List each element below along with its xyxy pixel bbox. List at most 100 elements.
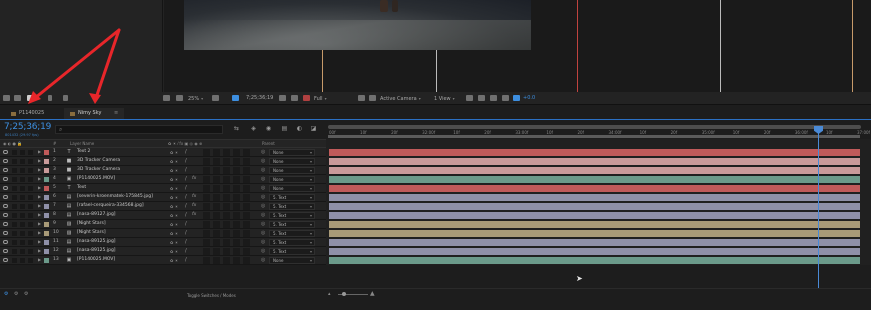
audio-toggle[interactable] [12, 159, 17, 164]
switch-cell[interactable] [203, 203, 210, 210]
twirl-down-icon[interactable]: ▶ [38, 221, 41, 226]
shy-switch-icon[interactable]: ✿ ☀ [170, 159, 178, 164]
timeline-icon[interactable] [490, 95, 497, 101]
quality-switch-icon[interactable]: / [185, 194, 187, 200]
shy-switch-icon[interactable]: ✿ ☀ [170, 195, 178, 200]
shy-switch-icon[interactable]: ✿ ☀ [170, 240, 178, 245]
layer-duration-bar[interactable] [329, 248, 860, 255]
switch-cell[interactable] [213, 149, 220, 156]
audio-toggle[interactable] [12, 222, 17, 227]
eye-icon[interactable] [3, 249, 8, 253]
switch-cell[interactable] [203, 185, 210, 192]
trash-icon[interactable] [63, 95, 68, 101]
solo-toggle[interactable] [20, 168, 25, 173]
layer-name[interactable]: 3D Tracker Camera [77, 158, 120, 163]
switch-cell[interactable] [203, 194, 210, 201]
pickwhip-icon[interactable]: ◎ [261, 203, 265, 209]
always-preview-icon[interactable] [163, 95, 170, 101]
switch-cell[interactable] [223, 203, 230, 210]
pickwhip-icon[interactable]: ◎ [261, 158, 265, 164]
pickwhip-icon[interactable]: ◎ [261, 167, 265, 173]
layer-row[interactable]: ▶ 12 ▤ [nasa-89125.jpg] ✿ ☀ / ◎ 5. Text ▾ [0, 247, 326, 256]
current-timecode[interactable]: 7;25;36;19 [4, 122, 51, 132]
lock-toggle[interactable] [28, 213, 33, 218]
shy-switch-icon[interactable]: ✿ ☀ [170, 168, 178, 173]
exposure-reset-icon[interactable] [513, 95, 520, 101]
audio-toggle[interactable] [12, 150, 17, 155]
twirl-down-icon[interactable]: ▶ [38, 203, 41, 208]
switch-cell[interactable] [213, 257, 220, 264]
switch-cell[interactable] [243, 248, 250, 255]
layer-name[interactable]: [Night Stars] [77, 230, 106, 235]
switch-cell[interactable] [223, 158, 230, 165]
parent-dropdown[interactable]: 5. Text ▾ [269, 212, 315, 219]
col-parent[interactable]: Parent [262, 141, 275, 146]
audio-toggle[interactable] [12, 249, 17, 254]
solo-toggle[interactable] [20, 258, 25, 263]
switch-cell[interactable] [243, 149, 250, 156]
lock-toggle[interactable] [28, 186, 33, 191]
timeline-tracks[interactable] [326, 139, 871, 265]
solo-toggle[interactable] [20, 249, 25, 254]
switch-cell[interactable] [243, 176, 250, 183]
layer-duration-bar[interactable] [329, 158, 860, 165]
lock-toggle[interactable] [28, 240, 33, 245]
solo-toggle[interactable] [20, 177, 25, 182]
work-area-bar[interactable] [328, 135, 860, 138]
label-color-swatch[interactable] [44, 222, 49, 227]
eye-icon[interactable] [3, 150, 8, 154]
switch-cell[interactable] [203, 167, 210, 174]
layer-row[interactable]: ▶ 3 ■ 3D Tracker Camera ✿ ☀ / ◎ None ▾ [0, 166, 326, 175]
motion-blur-icon[interactable]: ◐ [296, 125, 303, 132]
lock-toggle[interactable] [28, 249, 33, 254]
transparency-grid-icon[interactable] [369, 95, 376, 101]
switch-cell[interactable] [223, 221, 230, 228]
switch-cell[interactable] [233, 167, 240, 174]
shy-switch-icon[interactable]: ✿ ☀ [170, 249, 178, 254]
switch-cell[interactable] [243, 212, 250, 219]
shy-switch-icon[interactable]: ✿ ☀ [170, 204, 178, 209]
label-color-swatch[interactable] [44, 168, 49, 173]
resolution-dropdown[interactable]: Full ▾ [314, 94, 327, 103]
solo-toggle[interactable] [20, 240, 25, 245]
flowchart-icon[interactable] [502, 95, 509, 101]
twirl-down-icon[interactable]: ▶ [38, 230, 41, 235]
camera-snapshot-icon[interactable] [279, 95, 286, 101]
twirl-down-icon[interactable]: ▶ [38, 239, 41, 244]
quality-switch-icon[interactable]: / [185, 257, 187, 263]
label-color-swatch[interactable] [44, 249, 49, 254]
switch-cell[interactable] [223, 248, 230, 255]
pickwhip-icon[interactable]: ◎ [261, 185, 265, 191]
layer-name[interactable]: [nasa-89125.jpg] [77, 239, 116, 244]
layer-duration-bar[interactable] [329, 167, 860, 174]
audio-toggle[interactable] [12, 240, 17, 245]
parent-dropdown[interactable]: None ▾ [269, 158, 315, 165]
grid-icon[interactable] [176, 95, 183, 101]
current-time-indicator[interactable] [818, 131, 819, 290]
layer-row[interactable]: ▶ 9 ▨ [Night Stars] ✿ ☀ / ◎ 5. Text ▾ [0, 220, 326, 229]
lock-toggle[interactable] [28, 159, 33, 164]
switch-cell[interactable] [243, 239, 250, 246]
switch-cell[interactable] [233, 230, 240, 237]
eye-icon[interactable] [3, 159, 8, 163]
switch-cell[interactable] [233, 158, 240, 165]
parent-dropdown[interactable]: None ▾ [269, 176, 315, 183]
layer-name[interactable]: Text [77, 185, 86, 190]
layer-duration-bar[interactable] [329, 176, 860, 183]
switch-cell[interactable] [243, 167, 250, 174]
fx-icon[interactable]: fx [192, 203, 196, 208]
layer-row[interactable]: ▶ 6 ▤ [severin-kroenmatek-175845.jpg] ✿ ☀ / fx… [0, 193, 326, 202]
region-icon[interactable] [232, 95, 239, 101]
fx-icon[interactable]: fx [192, 194, 196, 199]
twirl-down-icon[interactable]: ▶ [38, 149, 41, 154]
parent-dropdown[interactable]: None ▾ [269, 167, 315, 174]
switch-cell[interactable] [233, 212, 240, 219]
switch-cell[interactable] [223, 230, 230, 237]
audio-toggle[interactable] [12, 213, 17, 218]
layer-duration-bar[interactable] [329, 149, 860, 156]
folder-icon[interactable] [14, 95, 21, 101]
channel-icon[interactable] [303, 95, 310, 101]
switch-cell[interactable] [233, 185, 240, 192]
parent-dropdown[interactable]: 5. Text ▾ [269, 248, 315, 255]
switch-cell[interactable] [233, 176, 240, 183]
